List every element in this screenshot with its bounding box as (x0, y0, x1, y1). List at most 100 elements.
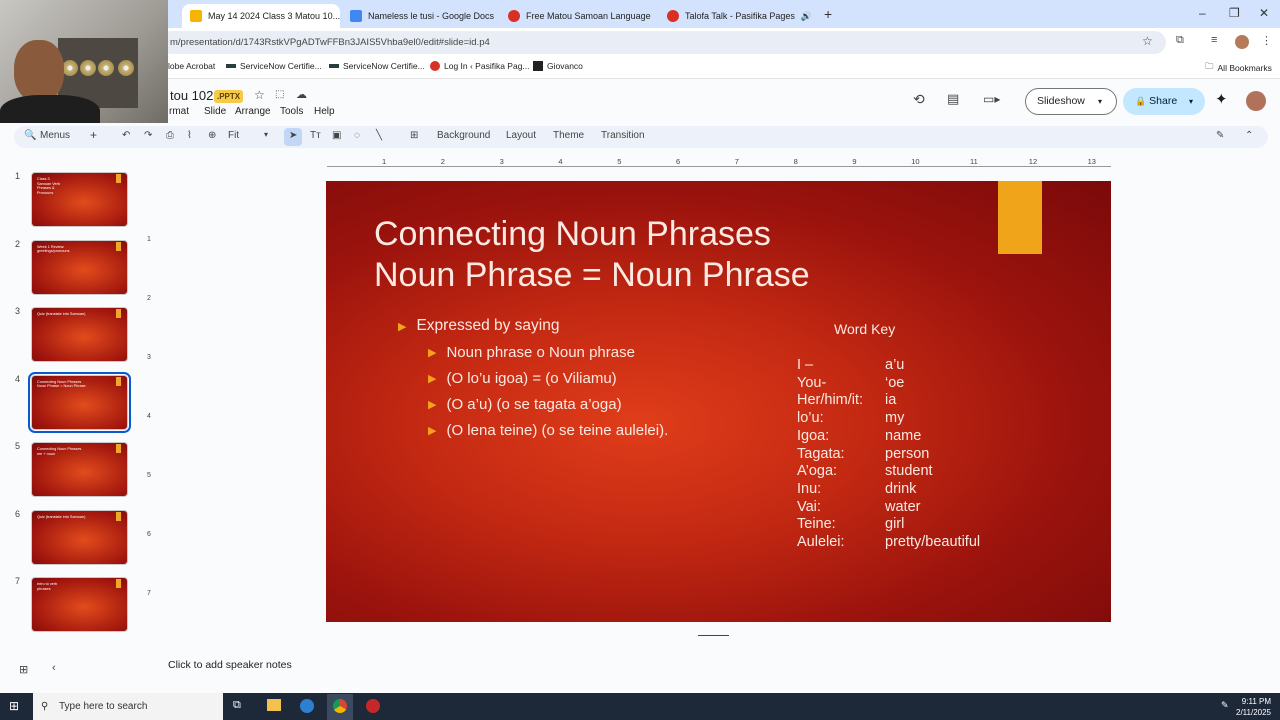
paint-format-icon[interactable]: ⌇ (187, 130, 192, 141)
history-icon[interactable]: ⟲ (913, 91, 925, 108)
slide-thumbnail-4[interactable]: Connecting Noun Phrases Noun Phrase = No… (28, 371, 131, 433)
zoom-icon[interactable]: ⊕ (208, 130, 216, 141)
chevron-left-icon[interactable]: ‹ (52, 662, 56, 674)
comment-icon[interactable]: ⊞ (410, 130, 418, 141)
avatar[interactable] (1235, 35, 1249, 49)
taskbar-search[interactable]: ⚲ Type here to search (33, 693, 223, 720)
tab-talofa[interactable]: Talofa Talk - Pasifika Pages 🔊 ✕ (659, 4, 815, 28)
avatar[interactable] (1246, 91, 1266, 111)
slide-number: 6 (15, 508, 21, 519)
share-button[interactable]: 🔒 Share ▾ (1123, 88, 1205, 115)
document-title[interactable]: tou 102 (170, 88, 213, 103)
slide-title[interactable]: Connecting Noun Phrases Noun Phrase = No… (374, 214, 810, 296)
sub-bullet[interactable]: ▶ Noun phrase o Noun phrase (428, 344, 635, 361)
slide-thumbnail-2[interactable]: Week 1 Review: greetings/pronouns (31, 239, 128, 295)
comments-icon[interactable]: ▤ (947, 91, 959, 107)
word-key-row[interactable]: Teine: girl (797, 516, 904, 532)
bookmark-pasifika[interactable]: Log In ‹ Pasifika Pag... (430, 61, 530, 71)
taskbar-clock[interactable]: 9:11 PM 2/11/2025 (1236, 696, 1271, 718)
speaker-notes[interactable]: Click to add speaker notes (157, 650, 1270, 680)
print-icon[interactable]: ⎙ (166, 130, 174, 141)
sub-bullet[interactable]: ▶ (O lo’u igoa) = (o Viliamu) (428, 370, 617, 387)
textbox-icon[interactable]: Tт (310, 130, 321, 141)
new-slide-icon[interactable]: + (90, 128, 97, 142)
star-icon[interactable]: ☆ (1142, 34, 1153, 48)
zoom-select[interactable]: Fit (228, 130, 239, 141)
bookmark-servicenow-2[interactable]: ServiceNow Certifie... (329, 61, 425, 71)
slide-thumbnail-6[interactable]: Quiz (translate into Samoan) (31, 509, 128, 565)
sub-bullet[interactable]: ▶ (O lena teine) (o se teine aulelei). (428, 422, 668, 439)
recorder-icon[interactable] (366, 699, 380, 713)
undo-icon[interactable]: ↶ (122, 130, 130, 141)
bookmark-servicenow-1[interactable]: ServiceNow Certifie... (226, 61, 322, 71)
menu-help[interactable]: Help (314, 106, 335, 117)
slide-thumbnail-5[interactable]: Connecting Noun Phrases me + noun (31, 442, 128, 497)
bookmark-acrobat[interactable]: lobe Acrobat (168, 61, 215, 71)
task-view-icon[interactable]: ⧉ (233, 699, 241, 712)
slide[interactable]: Connecting Noun Phrases Noun Phrase = No… (326, 181, 1111, 622)
bullet-main[interactable]: ▶ Expressed by saying (398, 317, 560, 335)
chevron-down-icon[interactable]: ▾ (264, 130, 268, 139)
tab-slides[interactable]: May 14 2024 Class 3 Matou 10... ✕ (182, 4, 340, 28)
line-icon[interactable]: ╲ (376, 130, 382, 141)
shape-icon[interactable]: ◌ (354, 130, 360, 141)
word-key-row[interactable]: Aulelei: pretty/beautiful (797, 534, 980, 550)
pen-icon[interactable]: ✎ (1221, 700, 1229, 711)
tab-docs[interactable]: Nameless le tusi - Google Docs ✕ (342, 4, 498, 28)
resize-handle[interactable] (698, 635, 729, 636)
media-icon[interactable]: ≡ (1211, 34, 1217, 46)
grid-view-icon[interactable]: ⊞ (19, 663, 28, 676)
transition-button[interactable]: Transition (601, 130, 645, 141)
tab-matou[interactable]: Free Matou Samoan Language ✕ (500, 4, 657, 28)
more-icon[interactable]: ⋮ (1261, 34, 1272, 47)
app-icon[interactable] (300, 699, 314, 713)
background-button[interactable]: Background (437, 130, 490, 141)
word-key-row[interactable]: Igoa: name (797, 428, 921, 444)
restore-icon[interactable]: ❐ (1229, 6, 1240, 20)
slide-thumbnail-3[interactable]: Quiz (translate into Samoan) (31, 307, 128, 362)
collapse-icon[interactable]: ⌃ (1245, 130, 1253, 141)
chrome-icon[interactable] (333, 699, 347, 713)
menu-slide[interactable]: Slide (204, 106, 226, 117)
menu-tools[interactable]: Tools (280, 106, 303, 117)
cloud-icon[interactable]: ☁ (296, 88, 307, 101)
meet-icon[interactable]: ▭▸ (983, 92, 1000, 106)
move-folder-icon[interactable]: ⬚ (275, 89, 284, 100)
bookmark-giovanco[interactable]: Giovanco (533, 61, 583, 71)
word-key-row[interactable]: Tagata: person (797, 446, 929, 462)
chevron-down-icon[interactable]: ▾ (1189, 88, 1193, 115)
file-explorer-icon[interactable] (267, 699, 281, 711)
slide-thumbnail-7[interactable]: Intro to verb phrases (31, 577, 128, 632)
image-icon[interactable]: ▣ (332, 130, 341, 141)
menus-search[interactable]: Menus (40, 130, 70, 141)
menu-format[interactable]: rmat (169, 106, 189, 117)
windows-start-icon[interactable]: ⊞ (9, 699, 19, 713)
search-icon[interactable]: 🔍 (24, 130, 36, 141)
star-icon[interactable]: ☆ (254, 88, 265, 102)
word-key-row[interactable]: Her/him/it: ia (797, 392, 896, 408)
extensions-icon[interactable]: ⧉ (1176, 34, 1184, 47)
word-key-row[interactable]: You- ‘oe (797, 375, 904, 391)
all-bookmarks[interactable]: 🗀 All Bookmarks (1205, 61, 1272, 75)
word-key-row[interactable]: A’oga: student (797, 463, 933, 479)
layout-button[interactable]: Layout (506, 130, 536, 141)
pen-icon[interactable]: ✎ (1216, 130, 1224, 141)
minimize-icon[interactable]: – (1199, 6, 1206, 20)
menu-arrange[interactable]: Arrange (235, 106, 271, 117)
new-tab-icon[interactable]: + (824, 6, 832, 22)
chevron-down-icon[interactable]: ▾ (1098, 89, 1102, 114)
word-key-title[interactable]: Word Key (834, 321, 895, 337)
gemini-icon[interactable]: ✦ (1215, 90, 1228, 108)
word-key-row[interactable]: Inu: drink (797, 481, 916, 497)
word-key-row[interactable]: I – a’u (797, 357, 904, 373)
sub-bullet[interactable]: ▶ (O a’u) (o se tagata a’oga) (428, 396, 622, 413)
redo-icon[interactable]: ↷ (144, 130, 152, 141)
theme-button[interactable]: Theme (553, 130, 584, 141)
slideshow-button[interactable]: Slideshow ▾ (1025, 88, 1117, 115)
close-window-icon[interactable]: ✕ (1259, 6, 1269, 20)
select-icon[interactable]: ➤ (289, 130, 297, 141)
address-bar[interactable]: m/presentation/d/1743RstkVPgADTwFFBn3JAI… (160, 31, 1166, 54)
word-key-row[interactable]: Vai: water (797, 499, 920, 515)
word-key-row[interactable]: lo’u: my (797, 410, 904, 426)
slide-thumbnail-1[interactable]: Class 3 Samoan Verb Phrases & Pronouns (31, 172, 128, 227)
